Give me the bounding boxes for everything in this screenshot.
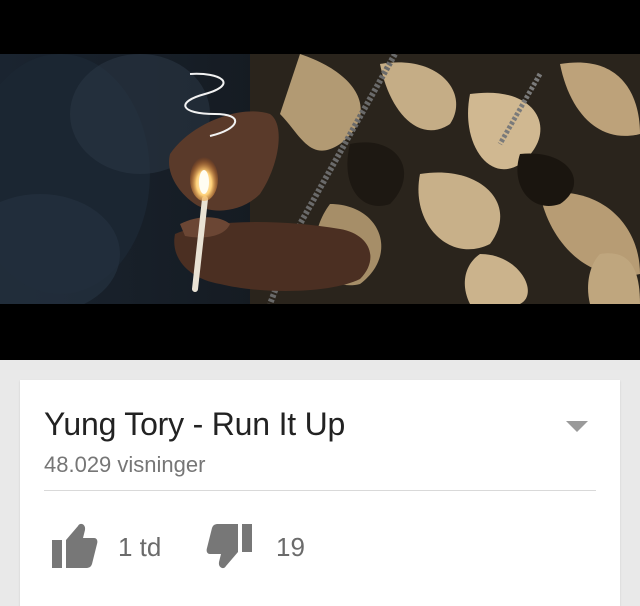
video-info-card: Yung Tory - Run It Up 48.029 visninger 1… xyxy=(20,380,620,606)
view-count: 48.029 visninger xyxy=(44,452,206,477)
video-thumbnail xyxy=(0,54,640,304)
video-player[interactable] xyxy=(0,0,640,360)
dislike-count: 19 xyxy=(276,532,305,562)
video-title: Yung Tory - Run It Up xyxy=(44,406,346,442)
like-count: 1 td xyxy=(118,532,162,562)
thumbs-up-icon xyxy=(52,523,98,568)
expand-description-button[interactable] xyxy=(564,418,590,434)
divider xyxy=(44,490,596,491)
video-frame[interactable] xyxy=(0,54,640,304)
chevron-down-icon xyxy=(566,421,588,432)
thumbs-down-icon xyxy=(206,524,252,569)
